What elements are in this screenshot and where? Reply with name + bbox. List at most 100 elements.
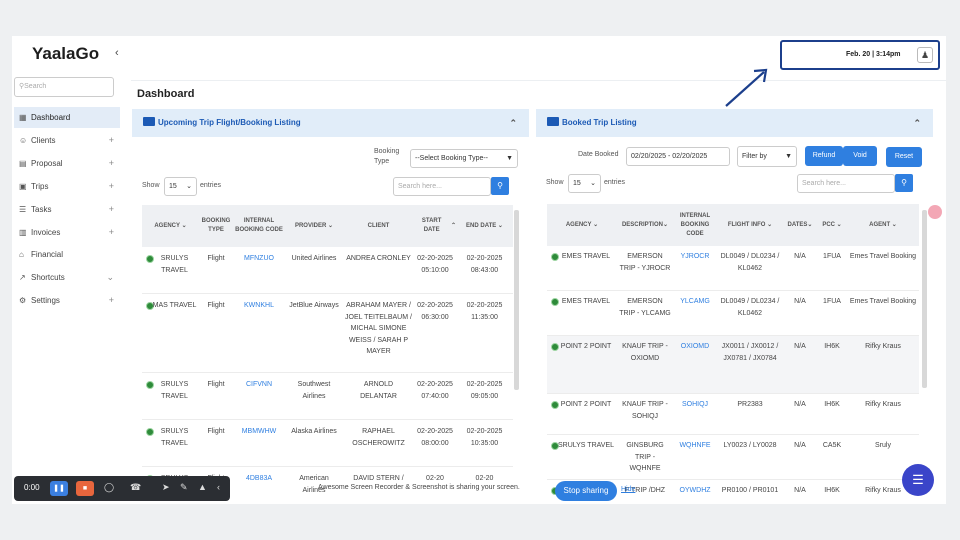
- refund-button[interactable]: Refund: [805, 146, 843, 166]
- sidebar-item-settings[interactable]: ⚙ Settings +: [14, 290, 120, 311]
- chevron-up-icon[interactable]: ⌃: [913, 109, 921, 137]
- booking-code-link[interactable]: YJROCR: [675, 251, 715, 263]
- sidebar-item-trips[interactable]: ▣ Trips +: [14, 176, 120, 197]
- booking-code-link[interactable]: CIFVNN: [235, 379, 283, 391]
- table-cell: 02-20-2025 05:10:00: [417, 255, 453, 274]
- chevron-down-icon[interactable]: ⌄: [106, 267, 114, 288]
- table-row[interactable]: SRULYS TRAVEL Flight MFNZUO United Airlines…: [142, 247, 513, 294]
- search-icon[interactable]: ⚲: [895, 174, 913, 192]
- sidebar-item-invoices[interactable]: ▥ Invoices +: [14, 222, 120, 243]
- camera-off-icon[interactable]: ◯: [104, 482, 114, 493]
- user-icon[interactable]: ♟: [917, 47, 933, 63]
- collapse-icon[interactable]: ‹: [217, 482, 220, 492]
- stop-icon[interactable]: ■: [76, 481, 94, 496]
- side-widget-icon[interactable]: [928, 205, 942, 219]
- show-entries-select[interactable]: 15 ⌄: [568, 174, 601, 193]
- search-icon[interactable]: ⚲: [491, 177, 509, 195]
- reset-button[interactable]: Reset: [886, 147, 922, 167]
- chevron-up-icon[interactable]: ⌃: [509, 109, 517, 137]
- upcoming-trip-panel-header[interactable]: Upcoming Trip Flight/Booking Listing ⌃: [132, 109, 529, 137]
- table-row[interactable]: SRULYS TRAVEL Flight CIFVNN Southwest Airli…: [142, 373, 513, 420]
- sidebar-item-financial[interactable]: ⌂ Financial: [14, 244, 120, 265]
- collapse-sidebar-button[interactable]: ‹: [115, 47, 119, 59]
- col-agent[interactable]: AGENT ⌄: [847, 204, 919, 246]
- table-cell: KNAUF TRIP - OXIOMD: [622, 343, 668, 362]
- booking-type-select[interactable]: --Select Booking Type-- ▼: [410, 149, 518, 168]
- date-range-input[interactable]: 02/20/2025 - 02/20/2025: [626, 147, 730, 166]
- booking-code-link[interactable]: YLCAMG: [675, 296, 715, 308]
- hide-button[interactable]: Hide: [621, 486, 635, 493]
- plus-icon[interactable]: +: [109, 130, 114, 151]
- shortcuts-icon: ↗: [19, 273, 26, 282]
- date-booked-label: Date Booked: [578, 151, 619, 158]
- col-dates[interactable]: DATES ⌄: [783, 204, 817, 246]
- table-cell: United Airlines: [291, 255, 337, 262]
- table-cell: Flight: [207, 381, 225, 388]
- table-cell: SRULYS TRAVEL: [160, 255, 189, 274]
- table-row[interactable]: MAS TRAVEL Flight KWNKHL JetBlue Airways ABR…: [142, 294, 513, 373]
- col-internal-code[interactable]: INTERNAL BOOKING CODE: [233, 205, 285, 247]
- stop-sharing-button[interactable]: Stop sharing: [555, 481, 617, 501]
- filter-select[interactable]: Filter by ▼: [737, 146, 797, 167]
- app-logo: YaalaGo: [32, 44, 100, 63]
- plus-icon[interactable]: +: [109, 290, 114, 311]
- table-row[interactable]: POINT 2 POINT KNAUF TRIP - SOHIQJ SOHIQJ PR…: [547, 394, 919, 435]
- col-agency[interactable]: AGENCY ⌄: [142, 205, 199, 247]
- col-provider[interactable]: PROVIDER ⌄: [285, 205, 343, 247]
- booking-code-link[interactable]: OYWDHZ: [675, 485, 715, 497]
- sidebar-item-proposal[interactable]: ▤ Proposal +: [14, 153, 120, 174]
- table-row[interactable]: SRULYS TRAVEL Flight MBMWHW Alaska Airlines…: [142, 420, 513, 467]
- booking-code-link[interactable]: WQHNFE: [675, 440, 715, 452]
- table-row[interactable]: POINT 2 POINT KNAUF TRIP - OXIOMD OXIOMD JX…: [547, 336, 919, 394]
- table-search-input[interactable]: Search here...: [393, 177, 491, 196]
- booking-code-link[interactable]: MFNZUO: [235, 253, 283, 265]
- pause-icon[interactable]: ❚❚: [50, 481, 68, 496]
- plus-icon[interactable]: +: [109, 153, 114, 174]
- table-cell: EMERSON TRIP - YJROCR: [619, 253, 671, 272]
- table-cell: Flight: [207, 428, 225, 435]
- plus-icon[interactable]: +: [109, 199, 114, 220]
- table-row[interactable]: EMES TRAVEL EMERSON TRIP - YLCAMG YLCAMG DL…: [547, 291, 919, 336]
- sidebar-item-label: Clients: [31, 136, 56, 145]
- table-cell: RAPHAEL OSCHEROWITZ: [352, 428, 405, 447]
- table-search-input[interactable]: Search here...: [797, 174, 895, 193]
- col-booking-type[interactable]: BOOKING TYPE: [199, 205, 233, 247]
- col-description[interactable]: DESCRIPTION ⌄: [617, 204, 673, 246]
- plus-icon[interactable]: +: [109, 222, 114, 243]
- chat-icon[interactable]: ☰: [902, 464, 934, 496]
- col-flight-info[interactable]: FLIGHT INFO ⌄: [717, 204, 783, 246]
- sidebar-item-dashboard[interactable]: ▦ Dashboard: [14, 107, 120, 128]
- mic-off-icon[interactable]: ☎: [130, 482, 141, 493]
- col-end-date[interactable]: END DATE ⌄: [456, 205, 513, 247]
- table-cell: SRULYS TRAVEL: [160, 381, 189, 400]
- left-scrollbar[interactable]: [514, 210, 519, 390]
- sidebar-search-placeholder: Search: [24, 83, 47, 90]
- sidebar-item-shortcuts[interactable]: ↗ Shortcuts ⌄: [14, 267, 120, 288]
- booking-code-link[interactable]: SOHIQJ: [675, 399, 715, 411]
- plus-icon[interactable]: +: [109, 176, 114, 197]
- booking-code-link[interactable]: OXIOMD: [675, 341, 715, 353]
- void-button[interactable]: Void: [843, 146, 877, 166]
- sidebar-item-tasks[interactable]: ☰ Tasks +: [14, 199, 120, 220]
- booking-code-link[interactable]: KWNKHL: [235, 300, 283, 312]
- cursor-icon[interactable]: ➤: [162, 482, 170, 493]
- eraser-icon[interactable]: ▲: [198, 482, 207, 492]
- col-agency[interactable]: AGENCY ⌄: [547, 204, 617, 246]
- booking-code-link[interactable]: MBMWHW: [235, 426, 283, 438]
- col-start-date[interactable]: START DATE ⌃: [414, 205, 456, 247]
- right-scrollbar[interactable]: [922, 210, 927, 388]
- table-row[interactable]: EMES TRAVEL EMERSON TRIP - YJROCR YJROCR DL…: [547, 246, 919, 291]
- pen-icon[interactable]: ✎: [180, 482, 188, 493]
- upcoming-trip-panel: Upcoming Trip Flight/Booking Listing ⌃ B…: [132, 109, 529, 504]
- col-client[interactable]: CLIENT: [343, 205, 414, 247]
- sidebar-item-label: Proposal: [31, 159, 63, 168]
- dashboard-icon: ▦: [19, 113, 27, 122]
- sidebar-item-clients[interactable]: ☺ Clients +: [14, 130, 120, 151]
- show-entries-select[interactable]: 15 ⌄: [164, 177, 197, 196]
- col-pcc[interactable]: PCC ⌄: [817, 204, 847, 246]
- sidebar-search-input[interactable]: ⚲Search: [14, 77, 114, 97]
- table-row[interactable]: SRULYS TRAVEL GINSBURG TRIP - WQHNFE WQHNF…: [547, 435, 919, 480]
- booked-trip-panel-header[interactable]: Booked Trip Listing ⌃: [536, 109, 933, 137]
- booking-code-link[interactable]: 4DB83A: [235, 473, 283, 485]
- col-internal-code[interactable]: INTERNAL BOOKING CODE: [673, 204, 717, 246]
